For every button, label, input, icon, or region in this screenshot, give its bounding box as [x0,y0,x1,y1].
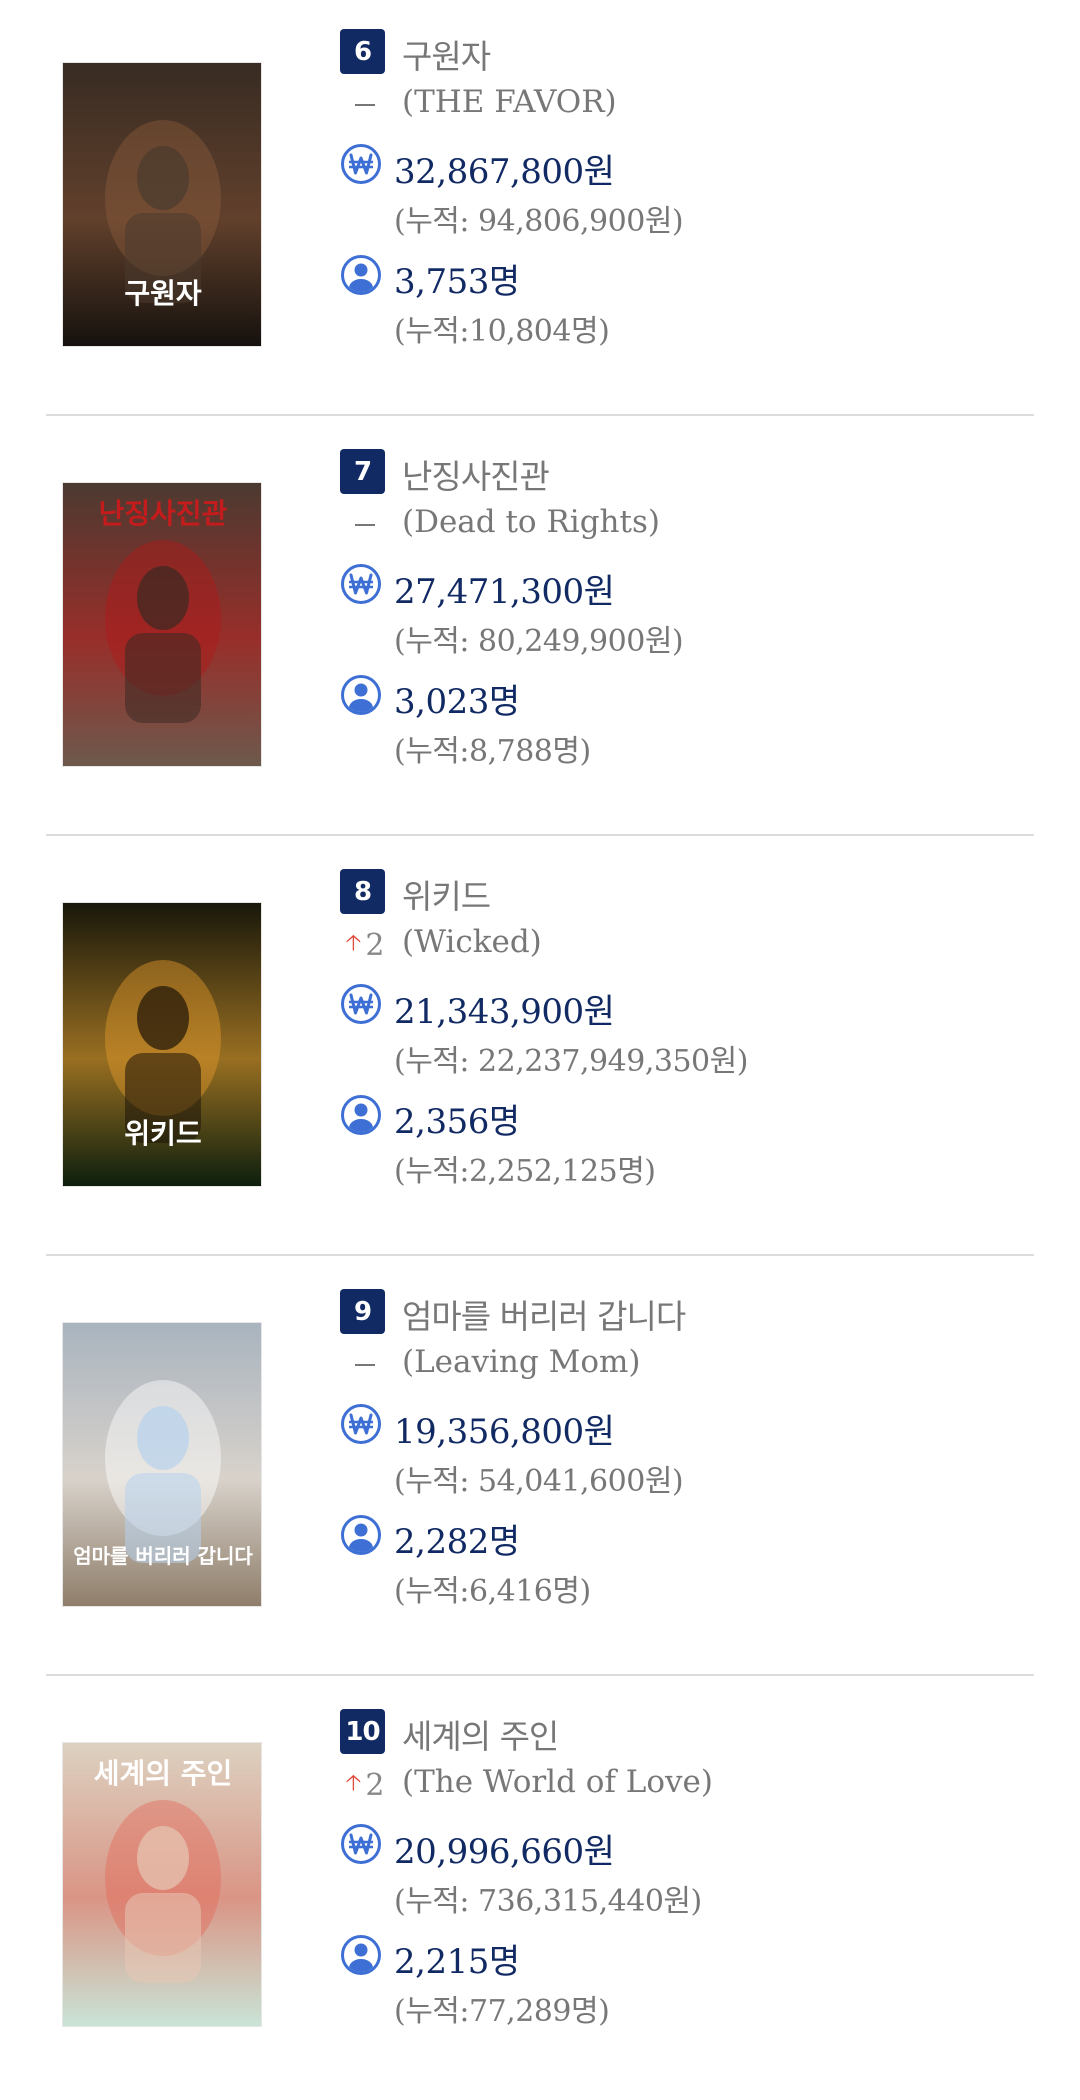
movie-entry[interactable]: 구원자 6 구원자 (THE FAVOR) 32,867,800원 (누적: 94,806… [0,0,1080,420]
dash-icon [355,104,375,106]
movie-entry[interactable]: 세계의 주인 10 세계의 주인 🡡 2 (The World of Love) 20,99… [0,1680,1080,2100]
movie-english-title: (THE FAVOR) [402,84,617,120]
rank-change: 🡡 2 [340,1760,390,1810]
movie-poster[interactable]: 구원자 [62,62,262,347]
movie-entry[interactable]: 위키드 8 위키드 🡡 2 (Wicked) 21,343,900원 (누적: 22,237,… [0,840,1080,1260]
person-icon [340,1514,382,1556]
rank-badge: 8 [340,869,385,914]
rank-badge: 9 [340,1289,385,1334]
cumulative-audience: (누적:77,289명) [394,1994,610,2029]
daily-audience: 2,282명 [394,1522,520,1562]
rank-change [340,500,390,550]
poster-artwork: 위키드 [63,903,261,1186]
daily-audience: 2,356명 [394,1102,520,1142]
poster-artwork: 세계의 주인 [63,1743,261,2026]
divider [46,834,1034,836]
won-icon [340,983,382,1025]
rank-change: 🡡 2 [340,920,390,970]
up-arrow-icon: 🡡 [345,1771,362,1796]
daily-audience: 3,753명 [394,262,520,302]
daily-audience: 3,023명 [394,682,520,722]
movie-english-title: (Dead to Rights) [402,504,660,540]
rank-change-value: 2 [365,927,385,963]
up-arrow-icon: 🡡 [345,931,362,956]
cumulative-audience: (누적:10,804명) [394,314,610,349]
rank-badge: 6 [340,29,385,74]
movie-poster[interactable]: 난징사진관 [62,482,262,767]
won-icon [340,1403,382,1445]
dash-icon [355,524,375,526]
movie-title[interactable]: 세계의 주인 [402,1710,559,1758]
daily-revenue: 19,356,800원 [394,1412,615,1452]
movie-poster[interactable]: 엄마를 버리러 갑니다 [62,1322,262,1607]
divider [46,1674,1034,1676]
svg-text:세계의 주인: 세계의 주인 [94,1757,233,1790]
cumulative-revenue: (누적: 94,806,900원) [394,204,684,239]
movie-title[interactable]: 위키드 [402,870,491,918]
person-icon [340,254,382,296]
movie-english-title: (Wicked) [402,924,542,960]
cumulative-revenue: (누적: 22,237,949,350원) [394,1044,748,1079]
svg-text:위키드: 위키드 [124,1117,201,1150]
won-icon [340,563,382,605]
daily-revenue: 21,343,900원 [394,992,615,1032]
daily-revenue: 20,996,660원 [394,1832,615,1872]
won-icon [340,143,382,185]
movie-english-title: (Leaving Mom) [402,1344,641,1380]
cumulative-audience: (누적:6,416명) [394,1574,591,1609]
cumulative-audience: (누적:2,252,125명) [394,1154,656,1189]
cumulative-revenue: (누적: 736,315,440원) [394,1884,702,1919]
svg-text:구원자: 구원자 [124,277,202,310]
rank-badge: 10 [340,1709,385,1754]
divider [46,414,1034,416]
movie-poster[interactable]: 위키드 [62,902,262,1187]
rank-change [340,1340,390,1390]
movie-entry[interactable]: 엄마를 버리러 갑니다 9 엄마를 버리러 갑니다 (Leaving Mom) 19,3… [0,1260,1080,1680]
rank-badge: 7 [340,449,385,494]
svg-text:엄마를 버리러 갑니다: 엄마를 버리러 갑니다 [73,1544,253,1568]
movie-entry[interactable]: 난징사진관 7 난징사진관 (Dead to Rights) 27,471,300원 (누… [0,420,1080,840]
svg-text:난징사진관: 난징사진관 [99,497,228,530]
movie-title[interactable]: 난징사진관 [402,450,550,498]
poster-artwork: 난징사진관 [63,483,261,766]
rank-change-value: 2 [365,1767,385,1803]
movie-poster[interactable]: 세계의 주인 [62,1742,262,2027]
daily-revenue: 32,867,800원 [394,152,615,192]
poster-artwork: 구원자 [63,63,261,346]
poster-artwork: 엄마를 버리러 갑니다 [63,1323,261,1606]
divider [46,1254,1034,1256]
cumulative-audience: (누적:8,788명) [394,734,591,769]
cumulative-revenue: (누적: 54,041,600원) [394,1464,684,1499]
person-icon [340,674,382,716]
movie-title[interactable]: 엄마를 버리러 갑니다 [402,1290,686,1338]
person-icon [340,1094,382,1136]
person-icon [340,1934,382,1976]
dash-icon [355,1364,375,1366]
rank-change [340,80,390,130]
daily-revenue: 27,471,300원 [394,572,615,612]
movie-title[interactable]: 구원자 [402,30,491,78]
movie-english-title: (The World of Love) [402,1764,713,1800]
daily-audience: 2,215명 [394,1942,520,1982]
won-icon [340,1823,382,1865]
cumulative-revenue: (누적: 80,249,900원) [394,624,684,659]
